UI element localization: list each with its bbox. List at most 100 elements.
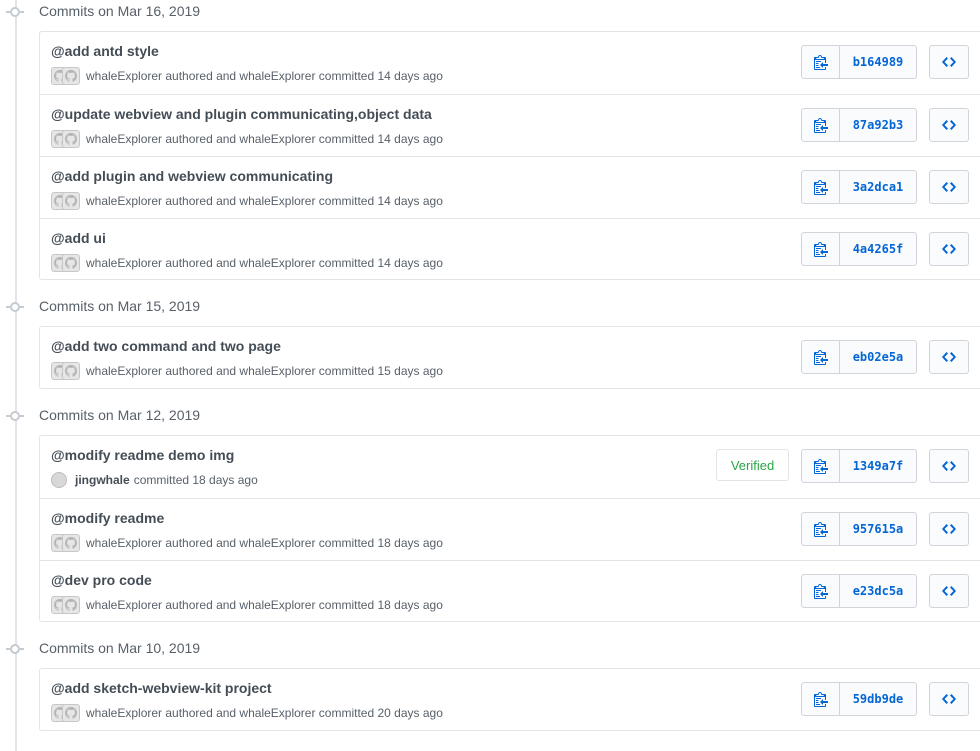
copy-sha-button[interactable] — [802, 683, 840, 715]
commit-list: @add sketch-webview-kit project whaleExp… — [39, 668, 980, 731]
avatar-pair[interactable] — [51, 192, 80, 210]
commit-meta-text: whaleExplorer authored and whaleExplorer… — [86, 256, 443, 270]
github-avatar-icon[interactable] — [62, 596, 80, 614]
browse-repo-button[interactable] — [929, 108, 969, 142]
github-avatar-icon[interactable] — [62, 67, 80, 85]
avatar-pair[interactable] — [51, 534, 80, 552]
verified-badge[interactable]: Verified — [716, 449, 789, 481]
github-avatar-icon[interactable] — [62, 254, 80, 272]
copy-sha-button[interactable] — [802, 233, 840, 265]
github-avatar-icon[interactable] — [62, 534, 80, 552]
github-avatar-icon[interactable] — [62, 362, 80, 380]
code-icon — [942, 694, 956, 704]
commit-sha-link[interactable]: 59db9de — [840, 683, 916, 715]
commit-message-link[interactable]: @add ui — [51, 230, 106, 246]
commit-message-link[interactable]: @add antd style — [51, 43, 159, 59]
timeline-commit-icon — [6, 411, 24, 421]
clippy-icon — [813, 180, 828, 195]
commit-list: @modify readme demo img jingwhale commit… — [39, 435, 980, 622]
commit-sha-link[interactable]: b164989 — [840, 46, 916, 78]
group-date-title: Commits on Mar 15, 2019 — [39, 298, 201, 314]
commit-message-link[interactable]: @modify readme demo img — [51, 447, 234, 463]
commit-row: @modify readme demo img jingwhale commit… — [40, 436, 980, 498]
avatar-pair[interactable] — [51, 596, 80, 614]
commit-group-header: Commits on Mar 16, 2019 — [0, 0, 980, 24]
commit-message-link[interactable]: @add sketch-webview-kit project — [51, 680, 272, 696]
browse-repo-button[interactable] — [929, 574, 969, 608]
sha-button-group: b164989 — [801, 45, 917, 79]
copy-sha-button[interactable] — [802, 575, 840, 607]
commit-meta-text: whaleExplorer authored and whaleExplorer… — [86, 598, 443, 612]
commit-message-link[interactable]: @add two command and two page — [51, 338, 281, 354]
copy-sha-button[interactable] — [802, 109, 840, 141]
commit-row: @update webview and plugin communicating… — [40, 94, 980, 156]
commit-sha-link[interactable]: eb02e5a — [840, 341, 916, 373]
commit-meta: whaleExplorer authored and whaleExplorer… — [51, 533, 443, 553]
browse-repo-button[interactable] — [929, 232, 969, 266]
commit-sha-link[interactable]: 87a92b3 — [840, 109, 916, 141]
github-avatar-icon[interactable] — [62, 192, 80, 210]
commit-group-header: Commits on Mar 10, 2019 — [0, 637, 980, 661]
commit-sha-link[interactable]: 3a2dca1 — [840, 171, 916, 203]
copy-sha-button[interactable] — [802, 513, 840, 545]
code-icon — [942, 120, 956, 130]
commit-meta-text: whaleExplorer authored and whaleExplorer… — [86, 132, 443, 146]
commit-list: @add antd style whaleExplorer authored a… — [39, 31, 980, 280]
commit-group-header: Commits on Mar 12, 2019 — [0, 404, 980, 428]
group-date-title: Commits on Mar 12, 2019 — [39, 407, 201, 423]
commit-meta: whaleExplorer authored and whaleExplorer… — [51, 595, 443, 615]
commit-group-header: Commits on Mar 15, 2019 — [0, 295, 980, 319]
browse-repo-button[interactable] — [929, 170, 969, 204]
commit-meta-text: whaleExplorer authored and whaleExplorer… — [86, 536, 443, 550]
browse-repo-button[interactable] — [929, 45, 969, 79]
commit-row: @modify readme whaleExplorer authored an… — [40, 498, 980, 560]
user-avatar[interactable] — [51, 472, 67, 488]
browse-repo-button[interactable] — [929, 682, 969, 716]
avatar-pair[interactable] — [51, 254, 80, 272]
commit-meta: whaleExplorer authored and whaleExplorer… — [51, 253, 443, 273]
clippy-icon — [813, 55, 828, 70]
commit-sha-link[interactable]: 1349a7f — [840, 450, 916, 482]
commit-meta-text: committed 18 days ago — [133, 473, 258, 487]
commit-meta: whaleExplorer authored and whaleExplorer… — [51, 66, 443, 86]
browse-repo-button[interactable] — [929, 512, 969, 546]
avatar-pair[interactable] — [51, 704, 80, 722]
clippy-icon — [813, 522, 828, 537]
timeline-commit-icon — [6, 644, 24, 654]
copy-sha-button[interactable] — [802, 171, 840, 203]
commit-list: @add two command and two page whaleExplo… — [39, 326, 980, 389]
commit-author-link[interactable]: jingwhale — [75, 473, 130, 487]
commit-meta: whaleExplorer authored and whaleExplorer… — [51, 703, 443, 723]
clippy-icon — [813, 584, 828, 599]
copy-sha-button[interactable] — [802, 46, 840, 78]
github-avatar-icon[interactable] — [62, 704, 80, 722]
code-icon — [942, 182, 956, 192]
avatar-pair[interactable] — [51, 130, 80, 148]
commit-message-link[interactable]: @update webview and plugin communicating… — [51, 106, 432, 122]
sha-button-group: 1349a7f — [801, 449, 917, 483]
commit-message-link[interactable]: @add plugin and webview communicating — [51, 168, 333, 184]
commit-sha-link[interactable]: 957615a — [840, 513, 916, 545]
avatar-pair[interactable] — [51, 362, 80, 380]
copy-sha-button[interactable] — [802, 341, 840, 373]
commit-meta-text: whaleExplorer authored and whaleExplorer… — [86, 69, 443, 83]
commit-meta: whaleExplorer authored and whaleExplorer… — [51, 129, 443, 149]
commit-meta-text: whaleExplorer authored and whaleExplorer… — [86, 364, 443, 378]
commit-sha-link[interactable]: 4a4265f — [840, 233, 916, 265]
commit-message-link[interactable]: @modify readme — [51, 510, 164, 526]
browse-repo-button[interactable] — [929, 340, 969, 374]
commit-message-link[interactable]: @dev pro code — [51, 572, 152, 588]
avatar-pair[interactable] — [51, 67, 80, 85]
commit-sha-link[interactable]: e23dc5a — [840, 575, 916, 607]
clippy-icon — [813, 350, 828, 365]
sha-button-group: 957615a — [801, 512, 917, 546]
commit-row: @dev pro code whaleExplorer authored and… — [40, 560, 980, 622]
timeline-commit-icon — [6, 7, 24, 17]
copy-sha-button[interactable] — [802, 450, 840, 482]
sha-button-group: 4a4265f — [801, 232, 917, 266]
commit-meta: whaleExplorer authored and whaleExplorer… — [51, 361, 443, 381]
browse-repo-button[interactable] — [929, 449, 969, 483]
sha-button-group: 59db9de — [801, 682, 917, 716]
commit-meta: jingwhale committed 18 days ago — [51, 470, 258, 490]
github-avatar-icon[interactable] — [62, 130, 80, 148]
